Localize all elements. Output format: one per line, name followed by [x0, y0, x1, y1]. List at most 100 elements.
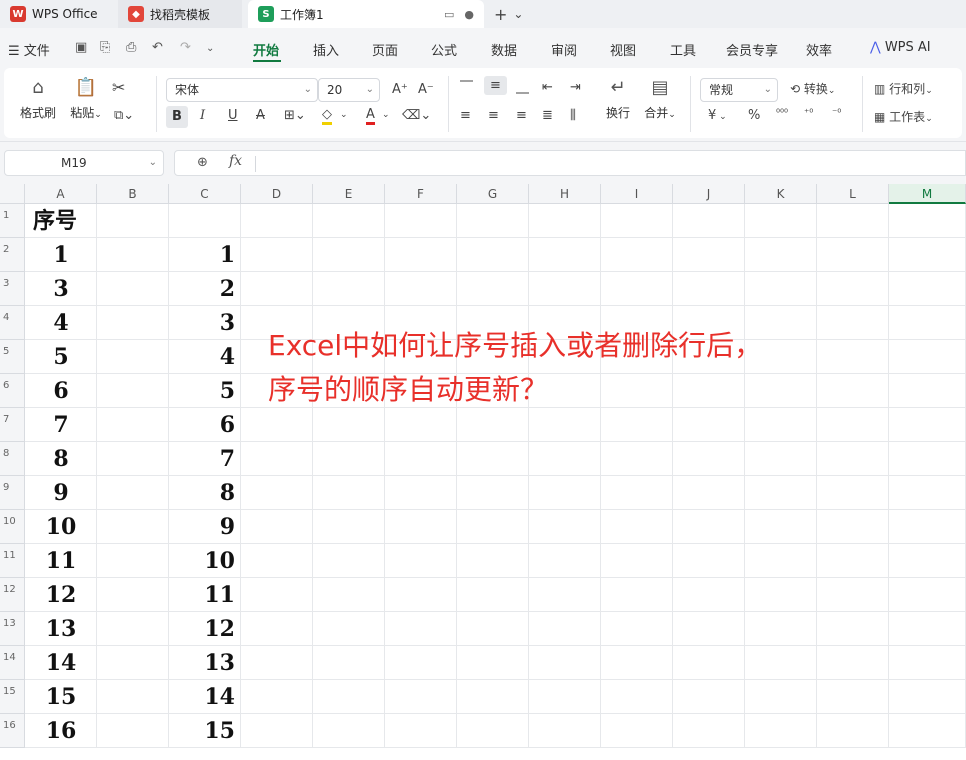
print-preview-icon[interactable]: ⎙ — [126, 40, 136, 55]
cell-d12[interactable] — [241, 578, 313, 612]
cell-m4[interactable] — [889, 306, 966, 340]
cell-b10[interactable] — [97, 510, 169, 544]
cell-i8[interactable] — [601, 442, 673, 476]
cell-e13[interactable] — [313, 612, 385, 646]
cell-l11[interactable] — [817, 544, 889, 578]
cell-m11[interactable] — [889, 544, 966, 578]
cell-f16[interactable] — [385, 714, 457, 748]
distributed-align-icon[interactable]: ⫼ — [570, 108, 576, 123]
cell-d10[interactable] — [241, 510, 313, 544]
tab-formula[interactable]: 公式 — [431, 40, 457, 59]
cell-l16[interactable] — [817, 714, 889, 748]
column-header-i[interactable]: I — [601, 184, 673, 204]
cell-g7[interactable] — [457, 408, 529, 442]
cell-j9[interactable] — [673, 476, 745, 510]
tab-member[interactable]: 会员专享 — [726, 40, 778, 59]
row-header-1[interactable]: 1 — [0, 204, 25, 238]
decrease-font-icon[interactable]: A⁻ — [418, 82, 434, 97]
cell-j8[interactable] — [673, 442, 745, 476]
increase-decimal-icon[interactable]: ⁺⁰ — [804, 108, 813, 119]
cell-e3[interactable] — [313, 272, 385, 306]
cell-i12[interactable] — [601, 578, 673, 612]
cell-g3[interactable] — [457, 272, 529, 306]
cell-g1[interactable] — [457, 204, 529, 238]
thousands-separator-icon[interactable]: ⁰⁰⁰ — [776, 108, 788, 119]
cell-g11[interactable] — [457, 544, 529, 578]
cell-m12[interactable] — [889, 578, 966, 612]
strikethrough-button[interactable]: A — [256, 108, 265, 123]
cell-d9[interactable] — [241, 476, 313, 510]
align-top-icon[interactable]: ⎺ — [460, 80, 473, 95]
copy-icon[interactable]: ⧉⌄ — [114, 108, 134, 123]
column-header-e[interactable]: E — [313, 184, 385, 204]
cell-f15[interactable] — [385, 680, 457, 714]
cell-l9[interactable] — [817, 476, 889, 510]
cell-l3[interactable] — [817, 272, 889, 306]
cell-i16[interactable] — [601, 714, 673, 748]
cell-k2[interactable] — [745, 238, 817, 272]
font-size-select[interactable]: 20 ⌄ — [318, 78, 380, 102]
column-header-h[interactable]: H — [529, 184, 601, 204]
cell-g8[interactable] — [457, 442, 529, 476]
row-header-5[interactable]: 5 — [0, 340, 25, 374]
cell-i2[interactable] — [601, 238, 673, 272]
quick-access-dropdown-icon[interactable]: ⌄ — [206, 43, 214, 54]
cell-h2[interactable] — [529, 238, 601, 272]
cell-h7[interactable] — [529, 408, 601, 442]
column-header-k[interactable]: K — [745, 184, 817, 204]
cell-e8[interactable] — [313, 442, 385, 476]
row-col-button[interactable]: ▥ 行和列⌄ — [874, 80, 933, 97]
cell-e14[interactable] — [313, 646, 385, 680]
cell-b16[interactable] — [97, 714, 169, 748]
decrease-indent-icon[interactable]: ⇤ — [542, 80, 553, 95]
cell-h9[interactable] — [529, 476, 601, 510]
cell-i11[interactable] — [601, 544, 673, 578]
cell-i7[interactable] — [601, 408, 673, 442]
cell-j2[interactable] — [673, 238, 745, 272]
cell-m2[interactable] — [889, 238, 966, 272]
underline-button[interactable]: U — [228, 108, 238, 123]
select-all-corner[interactable] — [0, 184, 25, 204]
cell-l4[interactable] — [817, 306, 889, 340]
function-icon[interactable]: fx — [229, 153, 242, 169]
cell-e2[interactable] — [313, 238, 385, 272]
redo-icon[interactable]: ↷ — [180, 40, 191, 55]
cell-e11[interactable] — [313, 544, 385, 578]
cell-h8[interactable] — [529, 442, 601, 476]
row-header-11[interactable]: 11 — [0, 544, 25, 578]
file-menu[interactable]: ☰ 文件 — [8, 40, 50, 59]
wrap-text-button[interactable]: ↵ 换行 — [600, 76, 636, 121]
cell-b1[interactable] — [97, 204, 169, 238]
cell-e15[interactable] — [313, 680, 385, 714]
cell-f12[interactable] — [385, 578, 457, 612]
row-header-16[interactable]: 16 — [0, 714, 25, 748]
cell-l10[interactable] — [817, 510, 889, 544]
column-header-l[interactable]: L — [817, 184, 889, 204]
column-header-g[interactable]: G — [457, 184, 529, 204]
cell-i9[interactable] — [601, 476, 673, 510]
cell-l13[interactable] — [817, 612, 889, 646]
cell-f14[interactable] — [385, 646, 457, 680]
cell-g13[interactable] — [457, 612, 529, 646]
cell-l8[interactable] — [817, 442, 889, 476]
row-header-15[interactable]: 15 — [0, 680, 25, 714]
cell-k9[interactable] — [745, 476, 817, 510]
cell-m1[interactable] — [889, 204, 966, 238]
cell-k14[interactable] — [745, 646, 817, 680]
row-header-7[interactable]: 7 — [0, 408, 25, 442]
cell-h1[interactable] — [529, 204, 601, 238]
export-pdf-icon[interactable]: ⎘ — [100, 40, 110, 55]
cell-l2[interactable] — [817, 238, 889, 272]
cell-d8[interactable] — [241, 442, 313, 476]
tab-efficiency[interactable]: 效率 — [806, 40, 832, 59]
cell-k11[interactable] — [745, 544, 817, 578]
spreadsheet-grid[interactable]: A B C D E F G H I J K L M 1 序号 2 1 1 3 3 2 4 4 3 5 5 4 6 6 5 7 7 6 8 8 7 9 9 8… — [0, 184, 966, 760]
row-header-4[interactable]: 4 — [0, 306, 25, 340]
cell-f1[interactable] — [385, 204, 457, 238]
cell-g9[interactable] — [457, 476, 529, 510]
cell-i10[interactable] — [601, 510, 673, 544]
new-tab-button[interactable]: + — [494, 5, 507, 24]
cell-m15[interactable] — [889, 680, 966, 714]
cell-k12[interactable] — [745, 578, 817, 612]
cell-m16[interactable] — [889, 714, 966, 748]
